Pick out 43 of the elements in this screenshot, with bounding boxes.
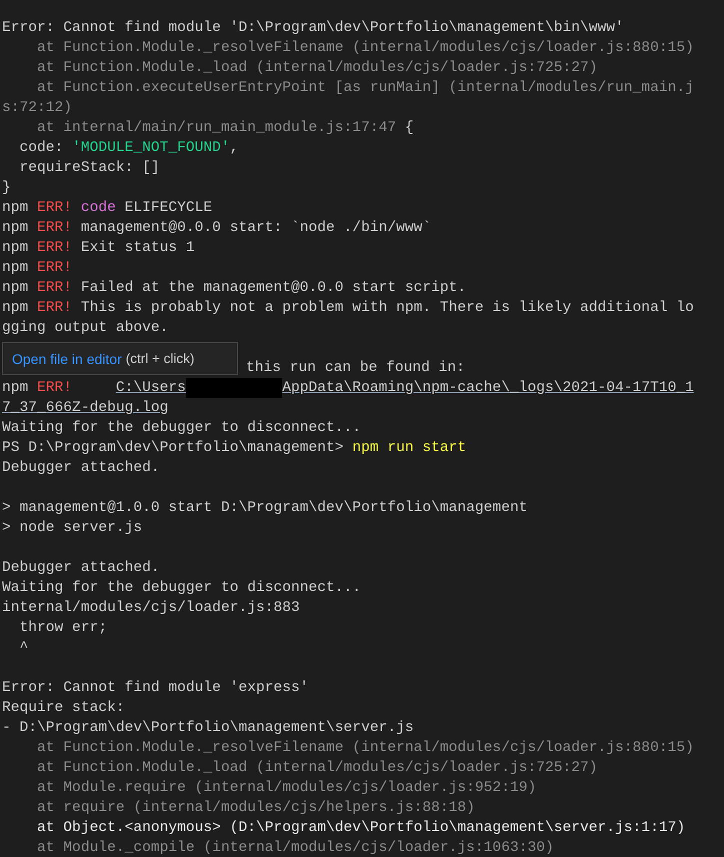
terminal-line: at Function.Module._resolveFilename (internal/modules/cjs/loader.js:880:15) [36,39,695,58]
terminal-line: Require stack: [2,699,126,718]
terminal-text: ERR! [37,379,74,398]
terminal-line: npm ERR! Exit status 1 [2,239,196,258]
terminal-line: at Function.Module._load (internal/modules/cjs/loader.js:725:27) [36,59,599,78]
terminal-line: npm ERR! management@0.0.0 start: `node ./bin/www` [2,219,432,238]
terminal-line: internal/modules/cjs/loader.js:883 [2,599,301,618]
terminal-line: PS D:\Program\dev\Portfolio\management> npm run start [2,439,468,458]
terminal-line: > node server.js [2,519,144,538]
terminal-line: npm ERR! [2,259,74,278]
terminal-text: npm [2,379,30,398]
terminal-line: requireStack: [] [18,159,161,178]
terminal-line: s:72:12) [2,99,74,118]
terminal-line: at Module._compile (internal/modules/cjs/loader.js:1063:30) [36,839,555,857]
terminal-text: this run can be found in: [246,359,465,378]
tooltip-hint: (ctrl + click) [126,350,194,368]
terminal-line: > management@1.0.0 start D:\Program\dev\Portfolio\management [2,499,528,518]
file-link[interactable]: AppData\Roaming\npm-cache\_logs\2021-04-17T10_1 [282,378,694,398]
terminal-line: npm ERR! code ELIFECYCLE [2,199,214,218]
terminal-line: at Module.require (internal/modules/cjs/loader.js:952:19) [36,779,538,798]
terminal-line: gging output above. [2,319,170,338]
terminal-line: Waiting for the debugger to disconnect... [2,419,362,438]
terminal-line: at Function.executeUserEntryPoint [as runMain] (internal/modules/run_main.j [36,79,695,98]
open-file-link[interactable]: Open file in editor [12,348,122,368]
terminal-line: npm ERR! Failed at the management@0.0.0 start script. [2,279,468,298]
terminal-line: at Function.Module._load (internal/modules/cjs/loader.js:725:27) [36,759,599,778]
terminal-line: at require (internal/modules/cjs/helpers.js:88:18) [36,799,476,818]
terminal-line: - D:\Program\dev\Portfolio\management\server.js [2,719,415,738]
terminal-line: at Function.Module._resolveFilename (internal/modules/cjs/loader.js:880:15) [36,739,695,758]
terminal-line: } [2,179,12,198]
terminal-line: Debugger attached. [2,459,161,478]
terminal-line: throw err; [18,619,108,638]
terminal-line: at Object.<anonymous> (D:\Program\dev\Portfolio\management\server.js:1:17) [36,819,686,838]
terminal-line: Error: Cannot find module 'express' [2,679,310,698]
file-link[interactable]: C:\Users [116,378,186,398]
terminal-line: Debugger attached. [2,559,161,578]
terminal-line: code: 'MODULE_NOT_FOUND', [18,139,240,158]
terminal-line: at internal/main/run_main_module.js:17:47 { [36,119,415,138]
terminal-line: Error: Cannot find module 'D:\Program\dev\Portfolio\management\bin\www' [2,19,625,38]
terminal-line: Waiting for the debugger to disconnect... [2,579,362,598]
file-link[interactable]: 7_37_666Z-debug.log [2,398,168,418]
terminal-line: npm ERR! This is probably not a problem with npm. There is likely additional lo [2,299,695,318]
terminal-line: ^ [18,639,30,658]
